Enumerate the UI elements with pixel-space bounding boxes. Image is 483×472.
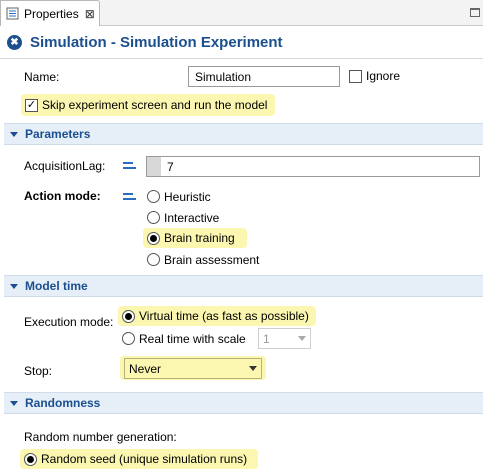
action-option-label: Interactive bbox=[164, 210, 220, 225]
random-seed-label: Random seed (unique simulation runs) bbox=[41, 452, 248, 466]
skip-experiment-label: Skip experiment screen and run the model bbox=[42, 98, 268, 112]
radio-selected-dot bbox=[125, 312, 132, 320]
rng-row: Random number generation: bbox=[24, 428, 177, 446]
radio-real-time[interactable] bbox=[122, 332, 135, 345]
name-input[interactable]: Simulation bbox=[188, 66, 340, 87]
stop-value: Never bbox=[129, 361, 162, 376]
section-randomness[interactable]: Randomness bbox=[4, 392, 483, 414]
ignore-checkbox[interactable] bbox=[349, 69, 362, 83]
skip-experiment-row[interactable]: ✓ Skip experiment screen and run the mod… bbox=[21, 94, 275, 116]
action-option-label: Heuristic bbox=[164, 189, 211, 204]
section-model-time-title: Model time bbox=[25, 279, 88, 293]
real-time-label: Real time with scale bbox=[139, 331, 246, 346]
action-option-label: Brain assessment bbox=[164, 252, 260, 267]
properties-icon bbox=[6, 7, 19, 20]
experiment-icon: ✖ bbox=[7, 35, 22, 50]
chevron-down-icon[interactable] bbox=[10, 283, 18, 289]
stop-label: Stop: bbox=[24, 364, 53, 378]
action-option-label: Brain training bbox=[164, 231, 235, 245]
static-value-icon[interactable] bbox=[123, 191, 137, 205]
skip-experiment-checkbox[interactable]: ✓ bbox=[25, 98, 38, 112]
chevron-down-icon[interactable] bbox=[10, 131, 18, 137]
name-label: Name: bbox=[24, 70, 60, 84]
tab-bar: Properties ⊠ bbox=[0, 0, 483, 26]
radio-brain-training[interactable] bbox=[147, 231, 160, 245]
action-option-brain-training[interactable]: Brain training bbox=[143, 228, 247, 248]
properties-header: ✖ Simulation - Simulation Experiment bbox=[0, 27, 483, 59]
radio-brain-assessment[interactable] bbox=[147, 253, 160, 266]
input-gutter bbox=[147, 157, 161, 176]
chevron-down-icon[interactable] bbox=[10, 400, 18, 406]
chevron-down-icon[interactable] bbox=[294, 329, 310, 348]
radio-selected-dot bbox=[150, 234, 157, 242]
action-mode-row: Action mode: bbox=[24, 187, 101, 205]
action-option-heuristic[interactable]: Heuristic bbox=[147, 188, 211, 205]
execution-virtual-option[interactable]: Virtual time (as fast as possible) bbox=[118, 306, 316, 326]
stop-select[interactable]: Never bbox=[124, 358, 262, 379]
ignore-checkbox-row[interactable]: Ignore bbox=[349, 68, 400, 84]
section-model-time[interactable]: Model time bbox=[4, 275, 483, 297]
close-icon[interactable]: ⊠ bbox=[85, 7, 95, 21]
chevron-down-icon[interactable] bbox=[245, 359, 261, 378]
action-mode-label: Action mode: bbox=[24, 189, 101, 203]
radio-interactive[interactable] bbox=[147, 211, 160, 224]
radio-random-seed[interactable] bbox=[24, 452, 37, 466]
action-option-brain-assessment[interactable]: Brain assessment bbox=[147, 251, 259, 268]
ignore-label: Ignore bbox=[366, 69, 401, 83]
name-row: Name: bbox=[24, 67, 59, 87]
radio-heuristic[interactable] bbox=[147, 190, 160, 203]
radio-virtual-time[interactable] bbox=[122, 309, 135, 323]
section-parameters-title: Parameters bbox=[25, 127, 91, 141]
execution-real-option[interactable]: Real time with scale bbox=[122, 330, 246, 347]
maximize-icon[interactable] bbox=[470, 8, 480, 17]
acquisition-row: AcquisitionLag: bbox=[24, 157, 105, 175]
random-seed-option[interactable]: Random seed (unique simulation runs) bbox=[20, 449, 258, 469]
tab-properties[interactable]: Properties ⊠ bbox=[0, 0, 100, 26]
rng-label: Random number generation: bbox=[24, 430, 177, 444]
section-randomness-title: Randomness bbox=[25, 396, 101, 410]
acquisition-label: AcquisitionLag: bbox=[24, 159, 106, 173]
acquisition-lag-input[interactable]: 7 bbox=[146, 156, 480, 177]
page-title: Simulation - Simulation Experiment bbox=[30, 34, 283, 51]
stop-row: Stop: bbox=[24, 362, 52, 380]
radio-selected-dot bbox=[27, 455, 34, 463]
section-parameters[interactable]: Parameters bbox=[4, 123, 483, 145]
static-value-icon[interactable] bbox=[123, 160, 137, 174]
execution-mode-row: Execution mode: bbox=[24, 313, 113, 331]
acquisition-lag-value: 7 bbox=[167, 159, 174, 174]
execution-mode-label: Execution mode: bbox=[24, 315, 114, 329]
scale-select[interactable]: 1 bbox=[258, 328, 311, 349]
tab-label: Properties bbox=[24, 6, 79, 21]
virtual-time-label: Virtual time (as fast as possible) bbox=[139, 309, 309, 323]
action-option-interactive[interactable]: Interactive bbox=[147, 209, 219, 226]
scale-value: 1 bbox=[263, 331, 270, 346]
